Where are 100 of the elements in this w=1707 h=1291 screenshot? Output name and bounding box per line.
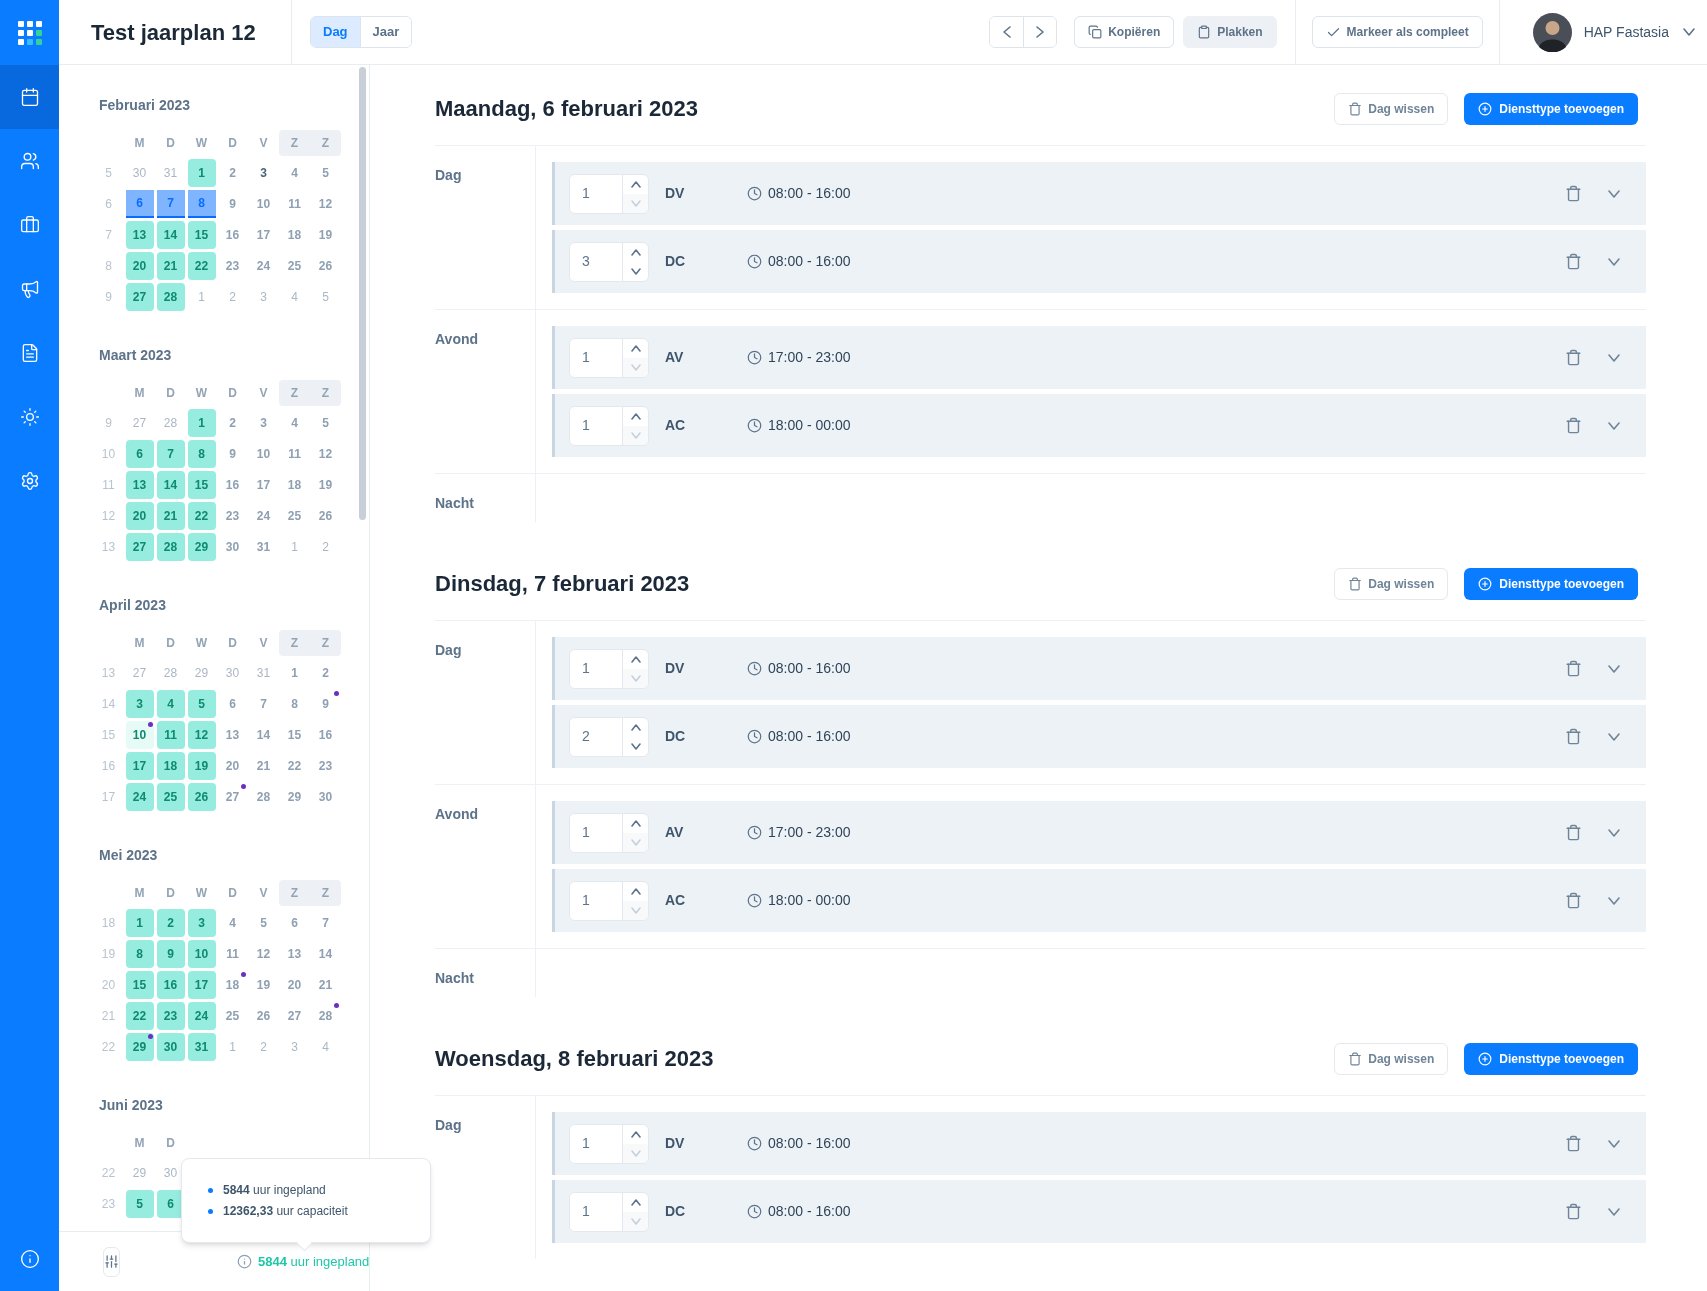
calendar-day[interactable]: 5	[187, 690, 216, 718]
calendar-day[interactable]: 23	[218, 252, 247, 280]
calendar-day[interactable]: 25	[218, 1002, 247, 1030]
calendar-day[interactable]: 6	[218, 690, 247, 718]
user-menu-button[interactable]: HAP Fastasia	[1583, 21, 1695, 43]
calendar-day[interactable]: 15	[280, 721, 309, 749]
calendar-day[interactable]: 4	[280, 283, 309, 311]
calendar-day[interactable]: 7	[311, 909, 340, 937]
calendar-day[interactable]: 23	[156, 1002, 185, 1030]
calendar-day[interactable]: 18	[280, 221, 309, 249]
calendar-day[interactable]: 16	[311, 721, 340, 749]
calendar-day[interactable]: 27	[125, 409, 154, 437]
clear-day-button[interactable]: Dag wissen	[1334, 1042, 1449, 1075]
calendar-day[interactable]: 18	[218, 971, 247, 999]
calendar-day[interactable]: 24	[187, 1002, 216, 1030]
calendar-day[interactable]: 2	[156, 909, 185, 937]
calendar-day[interactable]: 22	[280, 752, 309, 780]
calendar-day[interactable]: 24	[249, 502, 278, 530]
calendar-day[interactable]: 13	[125, 471, 154, 499]
calendar-day[interactable]: 2	[311, 533, 340, 561]
calendar-day[interactable]: 16	[218, 221, 247, 249]
calendar-day[interactable]: 4	[280, 159, 309, 187]
calendar-day[interactable]: 7	[249, 690, 278, 718]
calendar-day[interactable]: 4	[218, 909, 247, 937]
calendar-day[interactable]: 21	[249, 752, 278, 780]
count-stepper[interactable]: 1	[569, 337, 649, 378]
calendar-day[interactable]: 30	[311, 783, 340, 811]
calendar-day[interactable]: 18	[280, 471, 309, 499]
calendar-day[interactable]: 9	[156, 940, 185, 968]
calendar-day[interactable]: 7	[156, 440, 185, 468]
calendar-day[interactable]: 14	[156, 471, 185, 499]
calendar-day[interactable]: 28	[156, 659, 185, 687]
next-button[interactable]	[1023, 17, 1057, 47]
calendar-day[interactable]: 13	[280, 940, 309, 968]
calendar-day[interactable]: 11	[156, 721, 185, 749]
calendar-day[interactable]: 30	[218, 533, 247, 561]
calendar-day[interactable]: 22	[187, 252, 216, 280]
calendar-day[interactable]: 26	[249, 1002, 278, 1030]
nav-button[interactable]	[0, 65, 59, 129]
add-shift-type-button[interactable]: Diensttype toevoegen	[1464, 92, 1638, 125]
calendar-day[interactable]: 20	[280, 971, 309, 999]
calendar-day[interactable]: 25	[156, 783, 185, 811]
calendar-day[interactable]: 23	[218, 502, 247, 530]
calendar-day[interactable]: 5	[311, 409, 340, 437]
count-stepper[interactable]: 1	[569, 405, 649, 446]
calendar-day[interactable]: 9	[218, 190, 247, 218]
calendar-day[interactable]: 4	[156, 690, 185, 718]
calendar-day[interactable]: 15	[187, 221, 216, 249]
calendar-day[interactable]: 5	[311, 159, 340, 187]
calendar-day[interactable]: 30	[156, 1159, 185, 1187]
clear-day-button[interactable]: Dag wissen	[1334, 92, 1449, 125]
calendar-day[interactable]: 17	[125, 752, 154, 780]
count-stepper[interactable]: 1	[569, 880, 649, 921]
calendar-day[interactable]: 27	[125, 659, 154, 687]
calendar-day[interactable]: 29	[187, 659, 216, 687]
filter-button[interactable]	[103, 1246, 120, 1277]
calendar-day[interactable]: 22	[125, 1002, 154, 1030]
calendar-day[interactable]: 13	[218, 721, 247, 749]
calendar-day[interactable]: 5	[125, 1190, 154, 1218]
view-tab[interactable]: Jaar	[359, 17, 412, 47]
calendar-day[interactable]: 25	[280, 502, 309, 530]
calendar-day[interactable]: 17	[249, 221, 278, 249]
count-stepper[interactable]: 1	[569, 1123, 649, 1164]
calendar-day[interactable]: 31	[187, 1033, 216, 1061]
calendar-day[interactable]: 27	[218, 783, 247, 811]
calendar-day[interactable]: 9	[218, 440, 247, 468]
calendar-day[interactable]: 6	[280, 909, 309, 937]
calendar-day[interactable]: 12	[187, 721, 216, 749]
calendar-day[interactable]: 2	[311, 659, 340, 687]
calendar-day[interactable]: 20	[125, 502, 154, 530]
count-stepper[interactable]: 3	[569, 241, 649, 282]
count-stepper[interactable]: 1	[569, 648, 649, 689]
calendar-day[interactable]: 28	[249, 783, 278, 811]
calendar-day[interactable]: 2	[218, 159, 247, 187]
calendar-day[interactable]: 31	[156, 159, 185, 187]
add-shift-type-button[interactable]: Diensttype toevoegen	[1464, 567, 1638, 600]
calendar-day[interactable]: 8	[187, 440, 216, 468]
calendar-day[interactable]: 19	[249, 971, 278, 999]
calendar-day[interactable]: 20	[218, 752, 247, 780]
calendar-day[interactable]: 29	[280, 783, 309, 811]
calendar-day[interactable]: 27	[125, 283, 154, 311]
calendar-day[interactable]: 1	[280, 533, 309, 561]
calendar-day[interactable]: 15	[125, 971, 154, 999]
planned-hours-link[interactable]: 5844 uur ingepland	[258, 1251, 370, 1272]
calendar-day[interactable]: 1	[187, 409, 216, 437]
calendar-day[interactable]: 5	[249, 909, 278, 937]
add-shift-type-button[interactable]: Diensttype toevoegen	[1464, 1042, 1638, 1075]
calendar-day[interactable]: 19	[311, 471, 340, 499]
calendar-day[interactable]: 29	[125, 1033, 154, 1061]
calendar-day[interactable]: 25	[280, 252, 309, 280]
calendar-day[interactable]: 1	[187, 283, 216, 311]
calendar-day[interactable]: 2	[218, 409, 247, 437]
calendar-day[interactable]: 12	[311, 440, 340, 468]
calendar-day[interactable]: 23	[311, 752, 340, 780]
calendar-day[interactable]: 3	[280, 1033, 309, 1061]
calendar-day[interactable]: 29	[187, 533, 216, 561]
calendar-day[interactable]: 1	[218, 1033, 247, 1061]
calendar-day[interactable]: 2	[249, 1033, 278, 1061]
calendar-day[interactable]: 6	[125, 440, 154, 468]
calendar-day[interactable]: 30	[156, 1033, 185, 1061]
